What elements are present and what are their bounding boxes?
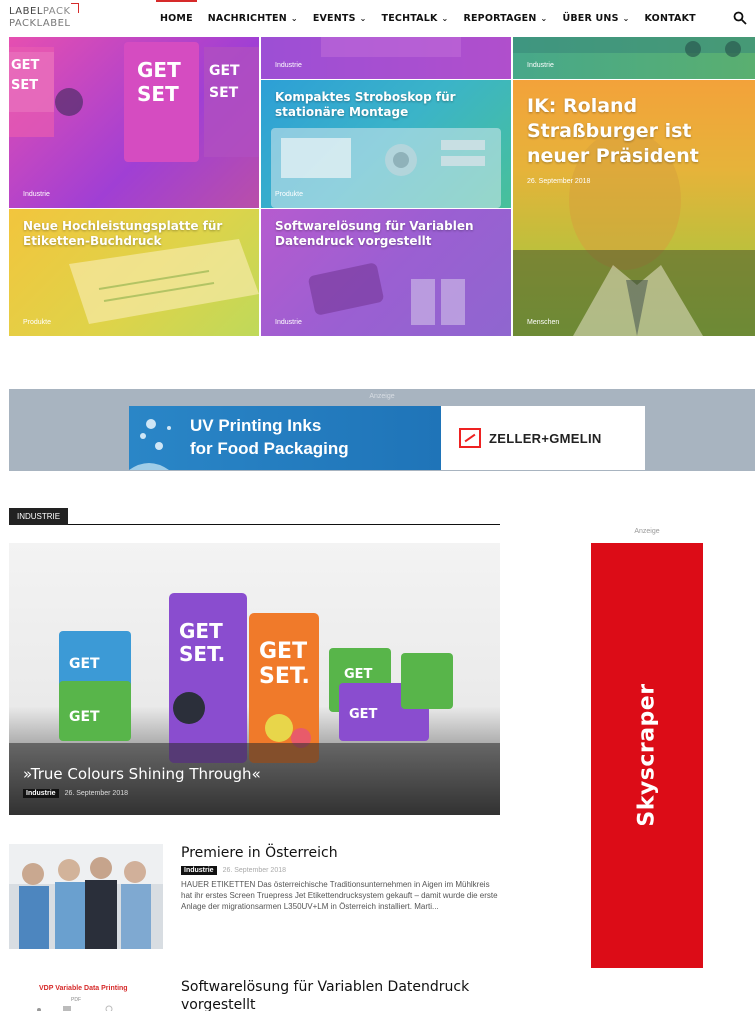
- ad-brand: ZELLER+GMELIN: [489, 430, 602, 446]
- ad-banner-left: UV Printing Inks for Food Packaging: [129, 406, 441, 470]
- hero-tile-category[interactable]: Produkte: [23, 319, 51, 326]
- ad-banner[interactable]: UV Printing Inks for Food Packaging ZELL…: [129, 406, 645, 470]
- hero-tile-date: 26. September 2018: [527, 178, 591, 185]
- article-title[interactable]: Softwarelösung für Variablen Datendruck …: [181, 978, 501, 1011]
- nav-techtalk[interactable]: TECHTALK ⌄: [382, 0, 449, 37]
- ad-line1: UV Printing Inks: [190, 416, 322, 435]
- svg-text:GET: GET: [179, 619, 223, 643]
- svg-text:SET: SET: [11, 78, 38, 93]
- svg-text:SET: SET: [137, 82, 179, 106]
- hero-tile-category[interactable]: Industrie: [275, 62, 302, 69]
- nav-home[interactable]: HOME: [156, 0, 197, 37]
- hero-tile-top-right[interactable]: Industrie: [513, 37, 755, 79]
- hero-tile-stroboskop[interactable]: Kompaktes Stroboskop für stationäre Mont…: [261, 80, 511, 208]
- article-body: Premiere in Österreich Industrie 26. Sep…: [181, 844, 501, 912]
- main-nav: HOME NACHRICHTEN ⌄ EVENTS ⌄ TECHTALK ⌄ REPO…: [156, 0, 711, 37]
- svg-text:SET.: SET.: [259, 664, 310, 689]
- skyscraper-text: Skyscraper: [634, 683, 660, 827]
- thumb-text: VDP Variable Data Printing: [39, 985, 128, 992]
- chevron-down-icon: ⌄: [622, 14, 630, 23]
- svg-text:SET: SET: [209, 85, 239, 101]
- article-thumbnail[interactable]: VDP Variable Data Printing PDF: [9, 978, 163, 1011]
- hero-tile-hochleistungsplatte[interactable]: Neue Hochleistungsplatte für Etiketten-B…: [9, 209, 259, 336]
- svg-text:GET: GET: [137, 58, 181, 82]
- article-excerpt: HAUER ETIKETTEN Das österreichische Trad…: [181, 880, 498, 911]
- chevron-down-icon: ⌄: [441, 14, 449, 23]
- chevron-down-icon: ⌄: [290, 14, 298, 23]
- site-header: LABELPACK PACKLABEL HOME NACHRICHTEN ⌄ EV…: [0, 0, 755, 37]
- skyscraper-ad-label: Anzeige: [634, 528, 660, 535]
- splash-icon: [129, 419, 171, 470]
- section-header: INDUSTRIE: [9, 508, 500, 525]
- hero-tile-category[interactable]: Produkte: [275, 191, 303, 198]
- hero-tile-ik-roland[interactable]: IK: Roland Straßburger ist neuer Präside…: [513, 80, 755, 336]
- hero-tile-title[interactable]: IK: Roland Straßburger ist neuer Präside…: [527, 94, 737, 169]
- svg-text:GET: GET: [69, 709, 100, 725]
- nav-events[interactable]: EVENTS ⌄: [313, 0, 367, 37]
- hero-tile-softwareloesung[interactable]: Softwarelösung für Variablen Datendruck …: [261, 209, 511, 336]
- hero-tile-top-middle[interactable]: Industrie: [261, 37, 511, 79]
- nav-ueber-uns[interactable]: ÜBER UNS ⌄: [562, 0, 629, 37]
- chevron-down-icon: ⌄: [359, 14, 367, 23]
- zeller-gmelin-logo-icon: [459, 428, 481, 448]
- skyscraper-ad[interactable]: Skyscraper: [591, 543, 703, 968]
- ad-band: Anzeige UV Printing Inks for Food Packag…: [9, 389, 755, 471]
- thumb-small: PDF: [71, 997, 81, 1003]
- nav-kontakt[interactable]: KONTAKT: [645, 0, 696, 37]
- article-date: 26. September 2018: [222, 867, 286, 874]
- featured-title[interactable]: »True Colours Shining Through«: [23, 765, 261, 783]
- hero-tile-category[interactable]: Industrie: [23, 191, 50, 198]
- site-logo[interactable]: LABELPACK PACKLABEL: [9, 3, 79, 30]
- svg-text:GET: GET: [209, 63, 240, 79]
- hero-tile-title[interactable]: Softwarelösung für Variablen Datendruck …: [275, 219, 505, 249]
- hero-tile-image: [513, 37, 755, 57]
- featured-meta: Industrie 26. September 2018: [23, 789, 128, 798]
- svg-text:GET: GET: [69, 656, 100, 672]
- logo-packlabel: PACKLABEL: [9, 18, 71, 29]
- featured-article[interactable]: GET SET. GET SET. GET GET GET GET »True …: [9, 543, 500, 815]
- search-icon[interactable]: [733, 11, 747, 25]
- nav-reportagen[interactable]: REPORTAGEN ⌄: [463, 0, 547, 37]
- svg-text:GET: GET: [349, 707, 378, 722]
- list-item[interactable]: Premiere in Österreich Industrie 26. Sep…: [9, 844, 500, 954]
- article-thumbnail-image: [9, 844, 163, 949]
- logo-label: LABEL: [9, 6, 43, 17]
- logo-pack: PACK: [42, 6, 71, 17]
- svg-text:GET: GET: [11, 58, 40, 73]
- ad-line2: for Food Packaging: [190, 439, 349, 458]
- page: GET SET GET SET GET SET Industrie Indust…: [0, 0, 755, 1011]
- svg-text:SET.: SET.: [179, 642, 225, 666]
- hero-tile-category[interactable]: Industrie: [527, 62, 554, 69]
- hero-tile-image: [261, 37, 511, 79]
- hero-tile-image: GET SET GET SET GET SET: [9, 42, 259, 162]
- hero-tile-getset[interactable]: GET SET GET SET GET SET Industrie: [9, 37, 259, 208]
- svg-text:GET: GET: [344, 667, 373, 682]
- section-tag-industrie[interactable]: INDUSTRIE: [9, 508, 69, 525]
- article-title[interactable]: Premiere in Österreich: [181, 844, 501, 862]
- article-category-badge[interactable]: Industrie: [181, 866, 217, 875]
- featured-category-badge[interactable]: Industrie: [23, 789, 59, 798]
- chevron-down-icon: ⌄: [540, 14, 548, 23]
- hero-tile-title[interactable]: Kompaktes Stroboskop für stationäre Mont…: [275, 90, 495, 120]
- list-item[interactable]: VDP Variable Data Printing PDF Softwarel…: [9, 978, 500, 1011]
- ad-banner-right: ZELLER+GMELIN: [441, 406, 645, 470]
- svg-text:GET: GET: [259, 639, 307, 664]
- article-thumbnail-image: VDP Variable Data Printing PDF: [9, 978, 163, 1011]
- article-body: Softwarelösung für Variablen Datendruck …: [181, 978, 501, 1011]
- hero-tile-title[interactable]: Neue Hochleistungsplatte für Etiketten-B…: [23, 219, 253, 249]
- logo-mark-icon: [71, 3, 79, 13]
- article-thumbnail[interactable]: [9, 844, 163, 949]
- hero-tile-category[interactable]: Industrie: [275, 319, 302, 326]
- nav-nachrichten[interactable]: NACHRICHTEN ⌄: [208, 0, 298, 37]
- hero-tile-category[interactable]: Menschen: [527, 319, 559, 326]
- featured-date: 26. September 2018: [64, 790, 128, 797]
- article-meta: Industrie 26. September 2018: [181, 866, 501, 875]
- ad-label: Anzeige: [369, 393, 395, 400]
